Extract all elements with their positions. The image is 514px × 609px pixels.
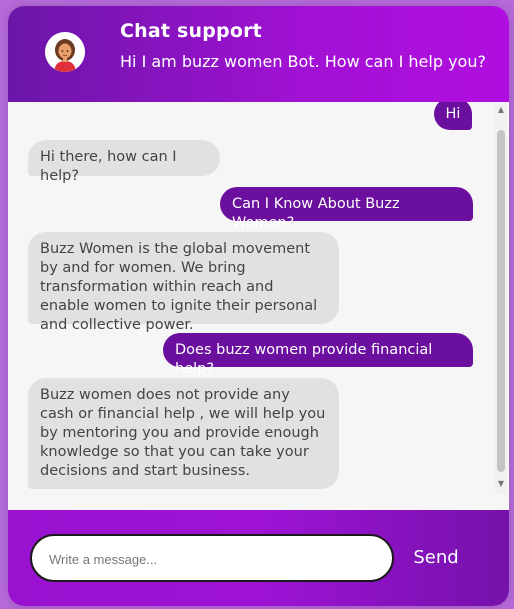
scroll-down-arrow-icon[interactable]: ▼ [495, 478, 507, 490]
scrollbar-thumb[interactable] [497, 130, 505, 472]
message-list[interactable]: Hi Hi there, how can I help? Can I Know … [8, 102, 492, 510]
chat-header: Chat support Hi I am buzz women Bot. How… [8, 6, 509, 102]
message-input-wrapper[interactable] [30, 534, 394, 582]
chat-title: Chat support [120, 20, 262, 42]
bot-message: Hi there, how can I help? [28, 140, 220, 184]
chat-widget: Chat support Hi I am buzz women Bot. How… [8, 6, 509, 606]
bot-message: Buzz women does not provide any cash or … [28, 378, 339, 489]
chat-subtitle: Hi I am buzz women Bot. How can I help y… [120, 52, 486, 71]
woman-avatar-icon [45, 32, 85, 72]
message-input[interactable] [47, 548, 381, 570]
user-message: Does buzz women provide financial help? [163, 333, 473, 377]
send-button[interactable]: Send [400, 538, 472, 578]
user-message: Hi [434, 102, 472, 130]
user-message: Can I Know About Buzz Women? [220, 187, 473, 231]
scroll-up-arrow-icon[interactable]: ▲ [495, 104, 507, 116]
message-scrollbar[interactable]: ▲ ▼ [495, 104, 507, 494]
bot-message: Buzz Women is the global movement by and… [28, 232, 339, 333]
chat-composer: Send [8, 510, 509, 606]
